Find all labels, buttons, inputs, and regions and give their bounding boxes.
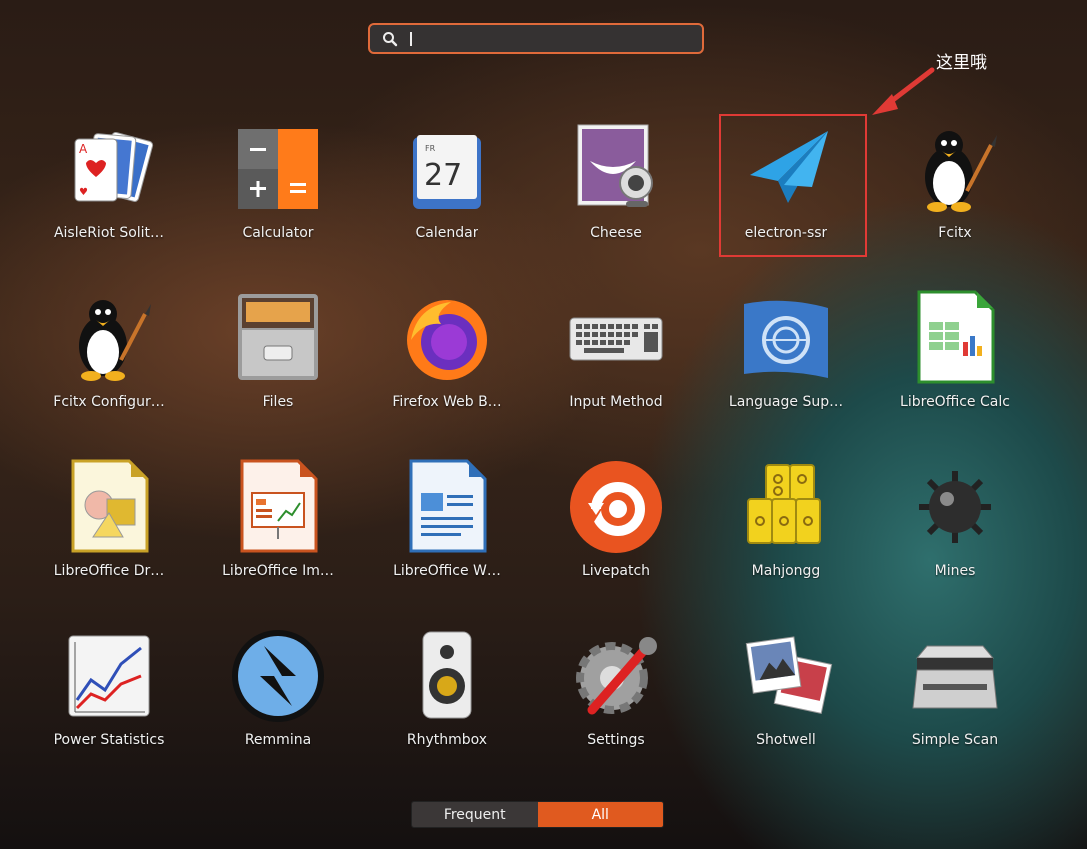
app-label: Shotwell bbox=[756, 732, 816, 748]
app-label: Rhythmbox bbox=[406, 732, 488, 748]
view-toggle: Frequent All bbox=[411, 801, 664, 828]
app-livepatch[interactable]: Livepatch bbox=[541, 459, 691, 599]
app-label: Fcitx bbox=[938, 225, 972, 241]
tab-frequent[interactable]: Frequent bbox=[412, 802, 538, 827]
app-label: Calendar bbox=[415, 225, 479, 241]
app-power-statistics[interactable]: Power Statistics bbox=[34, 628, 184, 768]
app-label: LibreOffice Dr… bbox=[53, 563, 165, 579]
app-aisleriot[interactable]: A ♥ AisleRiot Solit… bbox=[34, 121, 184, 261]
app-cheese[interactable]: Cheese bbox=[541, 121, 691, 261]
app-label: Simple Scan bbox=[911, 732, 999, 748]
app-label: Settings bbox=[587, 732, 645, 748]
app-fcitx[interactable]: Fcitx bbox=[880, 121, 1030, 261]
livepatch-icon bbox=[568, 459, 664, 555]
app-libreoffice-writer[interactable]: LibreOffice W… bbox=[372, 459, 522, 599]
app-label: LibreOffice W… bbox=[393, 563, 501, 579]
search-icon bbox=[383, 31, 398, 46]
mahjong-tiles-icon bbox=[738, 459, 834, 555]
app-libreoffice-calc[interactable]: LibreOffice Calc bbox=[880, 290, 1030, 430]
speaker-icon bbox=[399, 628, 495, 724]
app-label: Firefox Web B… bbox=[392, 394, 502, 410]
calendar-icon: FR 27 bbox=[399, 121, 495, 217]
app-mines[interactable]: Mines bbox=[880, 459, 1030, 599]
app-fcitx-config[interactable]: Fcitx Configur… bbox=[34, 290, 184, 430]
app-label: Mahjongg bbox=[751, 563, 821, 579]
app-label: Files bbox=[262, 394, 294, 410]
tux-penguin-icon bbox=[907, 121, 1003, 217]
app-shotwell[interactable]: Shotwell bbox=[711, 628, 861, 768]
annotation-text: 这里哦 bbox=[936, 53, 987, 73]
power-graph-icon bbox=[61, 628, 157, 724]
app-calendar[interactable]: FR 27 Calendar bbox=[372, 121, 522, 261]
app-label: Calculator bbox=[242, 225, 314, 241]
app-label: AisleRiot Solit… bbox=[53, 225, 165, 241]
file-cabinet-icon bbox=[230, 290, 326, 386]
search-input[interactable] bbox=[406, 29, 700, 48]
app-label: Language Sup… bbox=[728, 394, 844, 410]
app-settings[interactable]: Settings bbox=[541, 628, 691, 768]
svg-text:FR: FR bbox=[425, 144, 436, 153]
app-libreoffice-draw[interactable]: LibreOffice Dr… bbox=[34, 459, 184, 599]
app-label: Livepatch bbox=[581, 563, 651, 579]
playing-cards-icon: A ♥ bbox=[61, 121, 157, 217]
app-files[interactable]: Files bbox=[203, 290, 353, 430]
app-libreoffice-impress[interactable]: LibreOffice Im… bbox=[203, 459, 353, 599]
scanner-icon bbox=[907, 628, 1003, 724]
keyboard-icon bbox=[568, 290, 664, 386]
firefox-icon bbox=[399, 290, 495, 386]
app-label: LibreOffice Im… bbox=[222, 563, 334, 579]
search-field[interactable] bbox=[368, 23, 704, 54]
app-label: Cheese bbox=[590, 225, 642, 241]
presentation-icon bbox=[230, 459, 326, 555]
webcam-icon bbox=[568, 121, 664, 217]
app-label: LibreOffice Calc bbox=[900, 394, 1010, 410]
app-label: Input Method bbox=[569, 394, 663, 410]
app-label: Power Statistics bbox=[53, 732, 165, 748]
paper-plane-icon bbox=[738, 121, 834, 217]
writer-document-icon bbox=[399, 459, 495, 555]
app-input-method[interactable]: Input Method bbox=[541, 290, 691, 430]
draw-document-icon bbox=[61, 459, 157, 555]
app-label: Remmina bbox=[244, 732, 312, 748]
mine-bomb-icon bbox=[907, 459, 1003, 555]
app-rhythmbox[interactable]: Rhythmbox bbox=[372, 628, 522, 768]
app-language-support[interactable]: Language Sup… bbox=[711, 290, 861, 430]
app-calculator[interactable]: Calculator bbox=[203, 121, 353, 261]
tux-penguin-icon bbox=[61, 290, 157, 386]
app-label: Fcitx Configur… bbox=[53, 394, 165, 410]
svg-text:27: 27 bbox=[424, 158, 462, 193]
app-mahjongg[interactable]: Mahjongg bbox=[711, 459, 861, 599]
app-simple-scan[interactable]: Simple Scan bbox=[880, 628, 1030, 768]
tab-all[interactable]: All bbox=[537, 802, 663, 827]
app-remmina[interactable]: Remmina bbox=[203, 628, 353, 768]
language-globe-icon bbox=[738, 290, 834, 386]
settings-gear-icon bbox=[568, 628, 664, 724]
photos-icon bbox=[738, 628, 834, 724]
app-label: Mines bbox=[934, 563, 976, 579]
calculator-icon bbox=[230, 121, 326, 217]
spreadsheet-icon bbox=[907, 290, 1003, 386]
app-label: electron-ssr bbox=[744, 225, 828, 241]
app-firefox[interactable]: Firefox Web B… bbox=[372, 290, 522, 430]
text-cursor bbox=[410, 32, 412, 46]
svg-text:A: A bbox=[79, 142, 88, 156]
svg-text:♥: ♥ bbox=[79, 187, 88, 198]
remmina-icon bbox=[230, 628, 326, 724]
app-electron-ssr[interactable]: electron-ssr bbox=[711, 121, 861, 261]
